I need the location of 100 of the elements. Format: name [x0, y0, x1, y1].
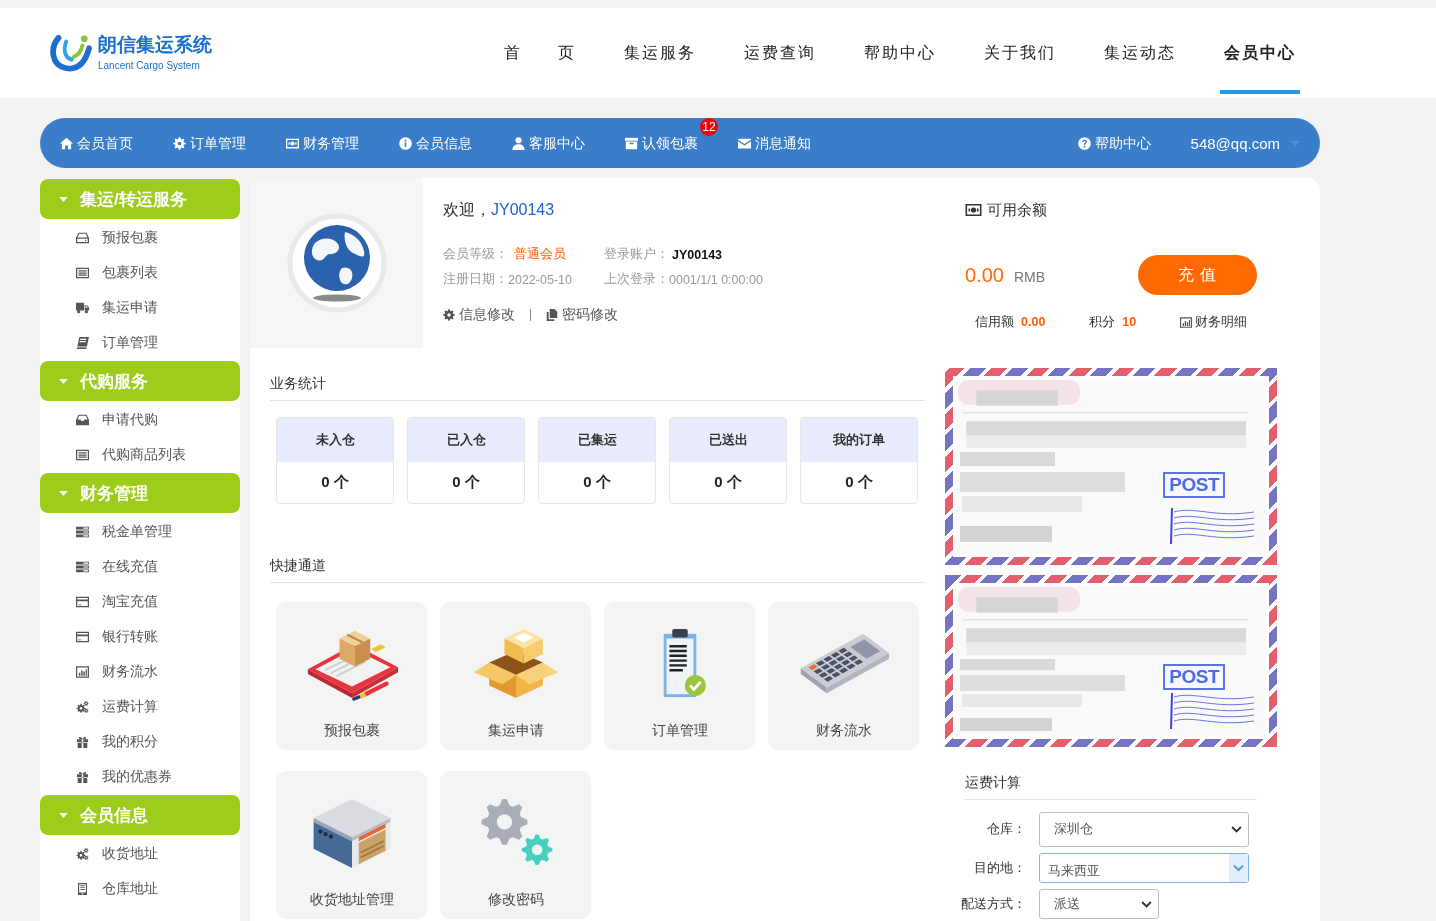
credit-card-icon [76, 630, 89, 643]
member-nav-item[interactable]: 财务管理 [286, 134, 359, 152]
stat-value: 0 个 [582, 472, 612, 492]
field-value: 0001/1/1 0:00:00 [669, 272, 763, 287]
section-title: 快捷通道 [270, 550, 925, 583]
gear-icon [443, 309, 455, 321]
caret-down-icon [59, 196, 68, 202]
banknote-icon [286, 136, 299, 150]
nav-link[interactable]: 关于我们 [980, 8, 1060, 94]
account-menu[interactable]: 548@qq.com [1190, 134, 1300, 152]
field-label: 上次登录： [604, 271, 669, 288]
nav-link[interactable]: 会员中心 [1220, 8, 1300, 94]
stat-label: 已入仓 [408, 418, 524, 462]
sidebar-item[interactable]: 订单管理 [40, 325, 240, 360]
bar-chart-icon [1180, 316, 1192, 328]
quick-access-tile[interactable]: 集运申请 [440, 602, 591, 750]
quick-access-tile[interactable]: 订单管理 [604, 602, 755, 750]
section-title: 业务统计 [270, 368, 925, 401]
credit-card-icon [76, 595, 89, 608]
nav-link[interactable]: 运费查询 [740, 8, 820, 94]
sidebar-item[interactable]: 集运申请 [40, 290, 240, 325]
finance-details-link[interactable]: 财务明细 [1180, 312, 1247, 332]
book-icon [76, 336, 89, 349]
sidebar-item[interactable]: 在线充值 [40, 549, 240, 584]
caret-down-icon [59, 490, 68, 496]
profile-link[interactable]: 信息修改 [443, 306, 515, 324]
stat-label: 未入仓 [277, 418, 393, 462]
gears-icon [76, 700, 89, 713]
stat-value: 0 个 [844, 472, 874, 492]
stat-label: 已集运 [539, 418, 655, 462]
sidebar-item[interactable]: 财务流水 [40, 654, 240, 689]
member-nav-item[interactable]: 消息通知 [738, 134, 811, 152]
stat-name: 积分 [1089, 314, 1116, 331]
info-icon [399, 136, 412, 150]
form-label: 配送方式： [960, 895, 1026, 913]
select-field[interactable]: 派送 [1039, 889, 1159, 919]
balance-amount: 0.00 [965, 263, 1004, 287]
caret-down-icon [59, 378, 68, 384]
envelope-icon [738, 136, 751, 150]
sidebar-item[interactable]: 包裹列表 [40, 255, 240, 290]
sidebar-item[interactable]: 淘宝充值 [40, 584, 240, 619]
logo-icon [47, 33, 93, 73]
welcome-text: 欢迎，JY00143 [443, 200, 555, 220]
quick-access-tile[interactable]: 财务流水 [768, 602, 919, 750]
drive-icon [76, 231, 89, 244]
copy-icon [546, 309, 558, 321]
quick-access-tile[interactable]: 收货地址管理 [276, 771, 427, 919]
member-nav-item[interactable]: 会员首页 [60, 134, 133, 152]
nav-link[interactable]: 集运服务 [620, 8, 700, 94]
sidebar-item[interactable]: 申请代购 [40, 402, 240, 437]
stat-value: 0 个 [320, 472, 350, 492]
postmark-waves-icon [1169, 507, 1255, 545]
member-nav-item[interactable]: 会员信息 [399, 134, 472, 152]
stat-value: 0 个 [451, 472, 481, 492]
home-icon [60, 136, 73, 150]
member-nav-item[interactable]: 客服中心 [512, 134, 585, 152]
sidebar-item[interactable]: 我的积分 [40, 724, 240, 759]
caret-down-icon [59, 812, 68, 818]
gear-icon [173, 136, 186, 150]
post-stamp: POST [1163, 472, 1225, 498]
select-field[interactable]: 深圳仓 [1039, 812, 1249, 847]
nav-link[interactable]: 集运动态 [1100, 8, 1180, 94]
quick-access-tile[interactable]: 修改密码 [440, 771, 591, 919]
member-nav-item[interactable]: 订单管理 [173, 134, 246, 152]
sidebar-item[interactable]: 我的优惠券 [40, 759, 240, 794]
quick-access-tile[interactable]: 预报包裹 [276, 602, 427, 750]
sidebar-item[interactable]: 银行转账 [40, 619, 240, 654]
sidebar-item[interactable]: 代购商品列表 [40, 437, 240, 472]
field-label: 会员等级： [443, 246, 508, 263]
gears-icon [76, 847, 89, 860]
select-field[interactable]: 马来西亚 [1039, 853, 1249, 883]
sidebar-item[interactable]: 预报包裹 [40, 220, 240, 255]
sidebar-item[interactable]: 仓库地址 [40, 871, 240, 906]
nav-link[interactable]: 帮助中心 [860, 8, 940, 94]
form-label: 仓库： [986, 821, 1026, 838]
inbox-icon [76, 413, 89, 426]
member-nav-item[interactable]: 认领包裹 [625, 134, 698, 152]
logo-tagline: Lancent Cargo System [98, 59, 200, 72]
archive-box-icon [625, 136, 638, 150]
profile-link[interactable]: 密码修改 [546, 306, 618, 324]
truck-icon [76, 301, 89, 314]
gift-icon [76, 770, 89, 783]
list-icon [76, 266, 89, 279]
chevron-down-icon [1229, 854, 1248, 882]
nav-link[interactable]: 首 页 [500, 8, 580, 94]
logo-title: 朗信集运系统 [98, 34, 212, 56]
help-icon [1077, 136, 1091, 150]
section-title: 运费计算 [965, 767, 1257, 800]
stat-number: 10 [1122, 314, 1137, 331]
stat-label: 已送出 [670, 418, 786, 462]
balance-title: 可用余额 [987, 200, 1047, 220]
field-label: 注册日期： [443, 271, 508, 288]
stat-number: 0.00 [1021, 314, 1046, 331]
help-link[interactable]: 帮助中心 [1077, 134, 1151, 152]
sidebar-item[interactable]: 税金单管理 [40, 514, 240, 549]
banknote-icon [965, 204, 982, 216]
stat-value: 0 个 [713, 472, 743, 492]
stacked-bars-icon [76, 525, 89, 538]
sidebar-item[interactable]: 收货地址 [40, 836, 240, 871]
sidebar-item[interactable]: 运费计算 [40, 689, 240, 724]
